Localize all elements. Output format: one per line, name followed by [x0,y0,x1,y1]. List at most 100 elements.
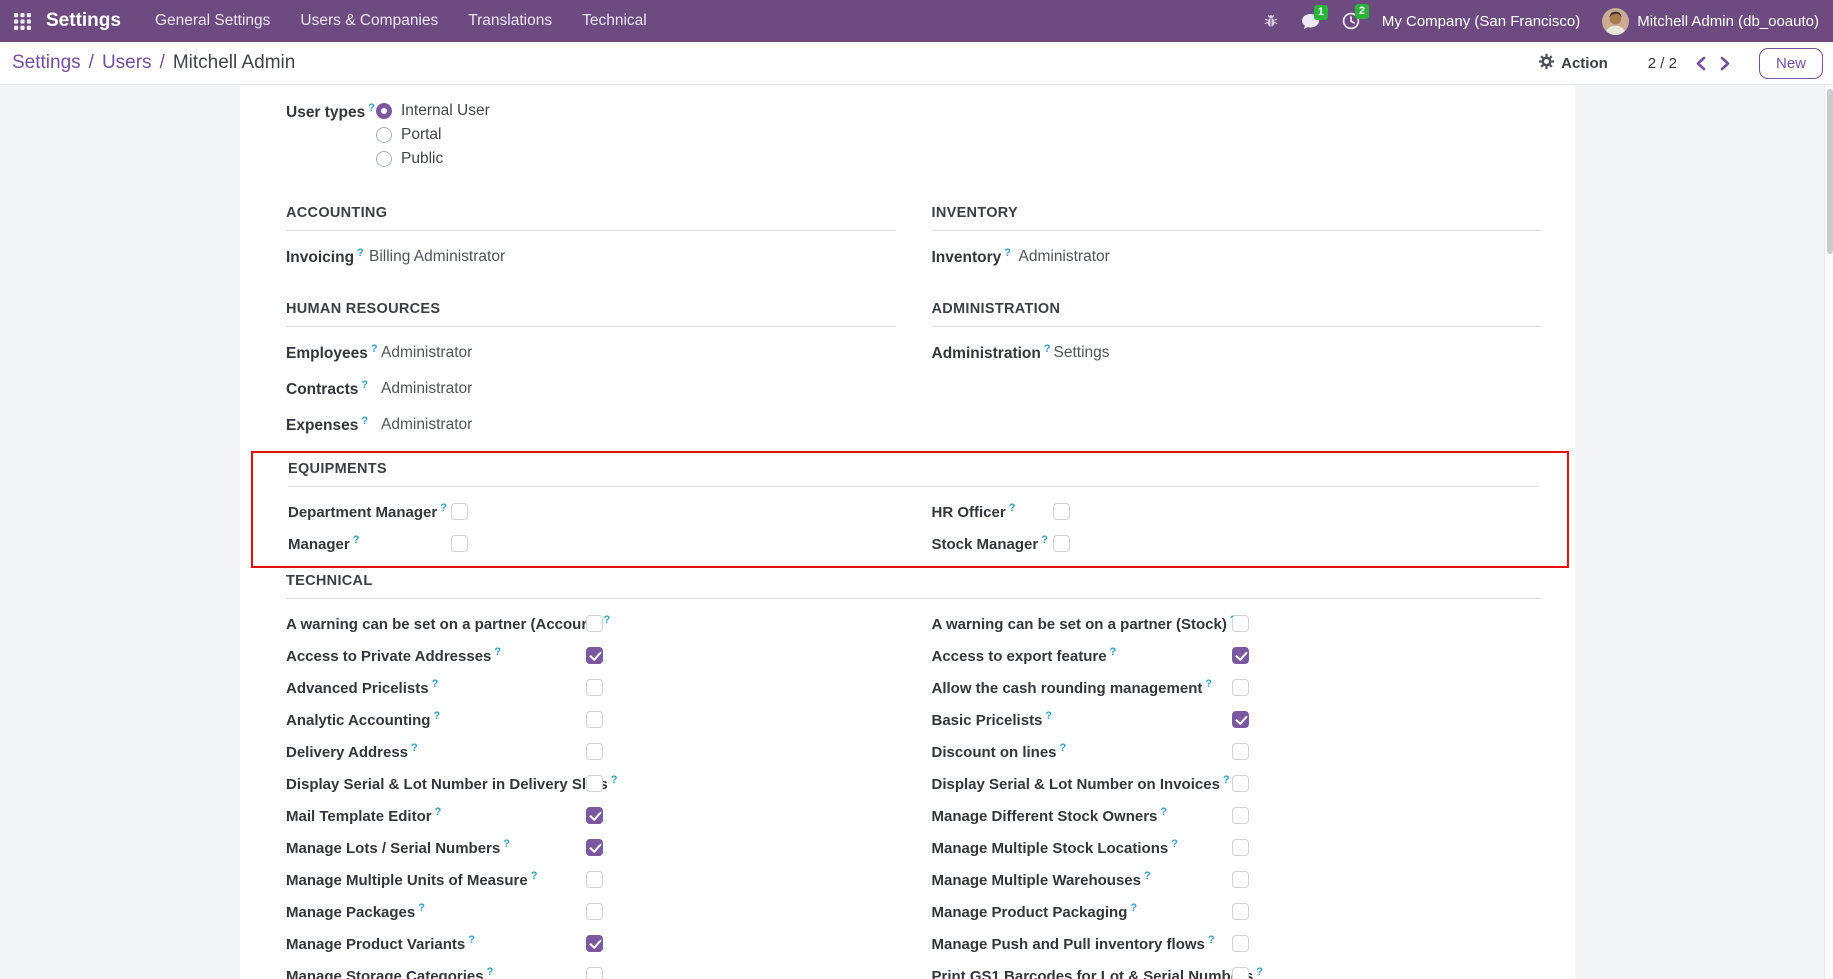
radio-button[interactable] [376,151,392,167]
checkbox[interactable] [586,839,603,856]
help-icon[interactable]: ? [1060,742,1067,754]
checkbox[interactable] [586,679,603,696]
checkbox[interactable] [1053,503,1070,520]
help-icon[interactable]: ? [1004,247,1011,259]
company-switcher[interactable]: My Company (San Francisco) [1382,13,1580,30]
checkbox[interactable] [1232,967,1249,979]
scrollbar-thumb[interactable] [1827,89,1833,254]
control-panel: Settings / Users / Mitchell Admin Action [0,42,1833,85]
help-icon[interactable]: ? [432,678,439,690]
help-icon[interactable]: ? [611,774,618,786]
help-icon[interactable]: ? [1044,343,1051,355]
setting-row: Discount on lines? [932,735,1542,767]
checkbox[interactable] [1232,679,1249,696]
checkbox[interactable] [586,807,603,824]
help-icon[interactable]: ? [1171,838,1178,850]
checkbox[interactable] [1232,807,1249,824]
checkbox[interactable] [586,903,603,920]
navbar-menu-item[interactable]: General Settings [155,12,270,30]
help-icon[interactable]: ? [368,102,375,114]
help-icon[interactable]: ? [468,934,475,946]
radio-button[interactable] [376,127,392,143]
section-administration: ADMINISTRATION Administration? Settings [932,301,1542,443]
setting-row: Manage Product Packaging? [932,895,1542,927]
navbar-menu-item[interactable]: Technical [582,12,647,30]
checkbox[interactable] [1232,775,1249,792]
help-icon[interactable]: ? [1130,902,1137,914]
help-icon[interactable]: ? [411,742,418,754]
vertical-scrollbar[interactable] [1824,85,1833,979]
help-icon[interactable]: ? [353,534,360,546]
apps-grid-icon[interactable] [14,13,31,30]
help-icon[interactable]: ? [1208,934,1215,946]
activities-clock-icon[interactable]: 2 [1342,12,1360,30]
help-icon[interactable]: ? [440,502,447,514]
group-accounting-inventory: ACCOUNTING Invoicing? Billing Administra… [286,205,1541,275]
help-icon[interactable]: ? [1223,774,1230,786]
help-icon[interactable]: ? [371,343,378,355]
checkbox[interactable] [586,743,603,760]
help-icon[interactable]: ? [503,838,510,850]
help-icon[interactable]: ? [1041,534,1048,546]
checkbox[interactable] [1232,615,1249,632]
checkbox[interactable] [1232,871,1249,888]
checkbox[interactable] [586,935,603,952]
help-icon[interactable]: ? [1205,678,1212,690]
radio-button[interactable] [376,103,392,119]
help-icon[interactable]: ? [418,902,425,914]
debug-bug-icon[interactable] [1263,13,1279,29]
action-menu-button[interactable]: Action [1539,54,1608,73]
help-icon[interactable]: ? [357,247,364,259]
user-type-option[interactable]: Public [376,147,490,171]
checkbox[interactable] [586,967,603,979]
help-icon[interactable]: ? [1160,806,1167,818]
checkbox[interactable] [1053,535,1070,552]
field-value[interactable]: Administrator [381,416,472,434]
field-value[interactable]: Administrator [381,380,472,398]
help-icon[interactable]: ? [604,614,611,626]
help-icon[interactable]: ? [435,806,442,818]
breadcrumb-users-link[interactable]: Users [102,52,152,74]
help-icon[interactable]: ? [494,646,501,658]
help-icon[interactable]: ? [1009,502,1016,514]
checkbox[interactable] [586,711,603,728]
checkbox[interactable] [451,535,468,552]
field-row: Inventory? Administrator [932,239,1542,275]
navbar-menu-item[interactable]: Translations [468,12,552,30]
pager-previous-icon[interactable] [1695,56,1706,71]
pager-count: 2 / 2 [1648,55,1677,72]
checkbox[interactable] [1232,743,1249,760]
checkbox[interactable] [1232,903,1249,920]
help-icon[interactable]: ? [1144,870,1151,882]
checkbox[interactable] [1232,839,1249,856]
field-value[interactable]: Billing Administrator [369,248,505,266]
field-value[interactable]: Settings [1054,344,1110,362]
help-icon[interactable]: ? [487,966,494,978]
user-menu[interactable]: Mitchell Admin (db_ooauto) [1602,8,1819,35]
pager-next-icon[interactable] [1720,56,1731,71]
user-type-option[interactable]: Internal User [376,99,490,123]
help-icon[interactable]: ? [433,710,440,722]
navbar-menu-item[interactable]: Users & Companies [300,12,438,30]
help-icon[interactable]: ? [1256,966,1263,978]
checkbox[interactable] [586,871,603,888]
field-value[interactable]: Administrator [381,344,472,362]
help-icon[interactable]: ? [531,870,538,882]
checkbox[interactable] [451,503,468,520]
user-type-option[interactable]: Portal [376,123,490,147]
checkbox[interactable] [586,615,603,632]
checkbox[interactable] [586,775,603,792]
help-icon[interactable]: ? [1045,710,1052,722]
app-name[interactable]: Settings [46,10,121,32]
help-icon[interactable]: ? [361,379,368,391]
checkbox[interactable] [1232,935,1249,952]
checkbox[interactable] [1232,647,1249,664]
help-icon[interactable]: ? [361,415,368,427]
field-value[interactable]: Administrator [1019,248,1110,266]
help-icon[interactable]: ? [1110,646,1117,658]
new-button[interactable]: New [1759,48,1823,79]
checkbox[interactable] [586,647,603,664]
breadcrumb-settings-link[interactable]: Settings [12,52,81,74]
messages-icon[interactable]: 1 [1301,13,1320,30]
checkbox[interactable] [1232,711,1249,728]
